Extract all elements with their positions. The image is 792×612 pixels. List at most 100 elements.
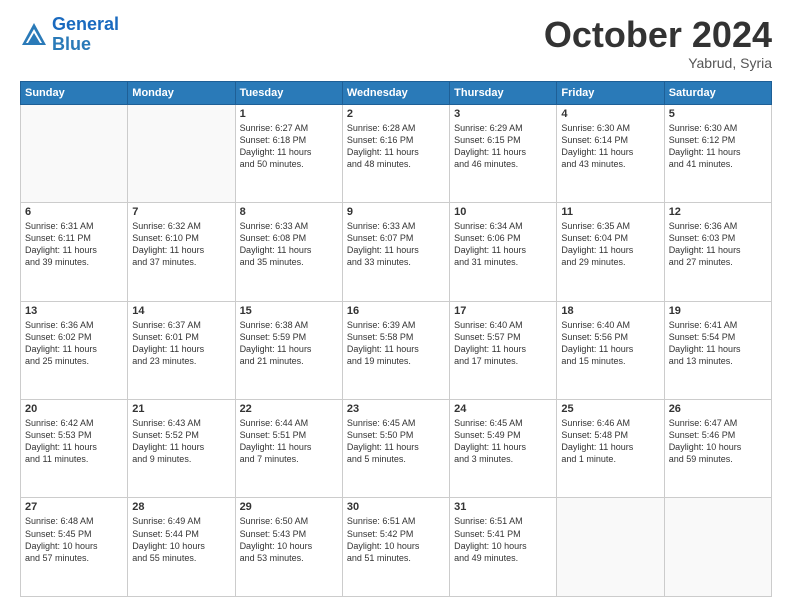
logo: General Blue	[20, 15, 119, 55]
cell-info-line: Daylight: 11 hours	[240, 441, 338, 453]
day-number: 25	[561, 403, 659, 415]
calendar-cell: 26Sunrise: 6:47 AMSunset: 5:46 PMDayligh…	[664, 400, 771, 498]
calendar-cell: 15Sunrise: 6:38 AMSunset: 5:59 PMDayligh…	[235, 301, 342, 399]
day-number: 31	[454, 501, 552, 513]
cell-info-line: Daylight: 11 hours	[347, 441, 445, 453]
cell-info-line: Daylight: 11 hours	[347, 244, 445, 256]
cell-info-line: and 49 minutes.	[454, 552, 552, 564]
calendar-cell: 19Sunrise: 6:41 AMSunset: 5:54 PMDayligh…	[664, 301, 771, 399]
cell-info-line: Daylight: 11 hours	[561, 441, 659, 453]
calendar-week-row: 27Sunrise: 6:48 AMSunset: 5:45 PMDayligh…	[21, 498, 772, 597]
calendar-cell: 2Sunrise: 6:28 AMSunset: 6:16 PMDaylight…	[342, 104, 449, 202]
logo-blue: Blue	[52, 35, 119, 55]
cell-info-line: Sunset: 5:43 PM	[240, 528, 338, 540]
cell-info-line: and 57 minutes.	[25, 552, 123, 564]
day-number: 4	[561, 108, 659, 120]
cell-info-line: and 21 minutes.	[240, 355, 338, 367]
cell-info-line: Daylight: 10 hours	[25, 540, 123, 552]
cell-info-line: and 50 minutes.	[240, 158, 338, 170]
cell-info-line: Sunrise: 6:50 AM	[240, 515, 338, 527]
day-number: 16	[347, 305, 445, 317]
calendar-cell: 4Sunrise: 6:30 AMSunset: 6:14 PMDaylight…	[557, 104, 664, 202]
day-number: 3	[454, 108, 552, 120]
cell-info-line: Sunrise: 6:45 AM	[454, 417, 552, 429]
cell-info-line: Sunrise: 6:47 AM	[669, 417, 767, 429]
cell-info-line: Daylight: 10 hours	[240, 540, 338, 552]
cell-info-line: Sunrise: 6:48 AM	[25, 515, 123, 527]
cell-info-line: and 51 minutes.	[347, 552, 445, 564]
cell-info-line: Sunrise: 6:46 AM	[561, 417, 659, 429]
calendar-day-header: Saturday	[664, 81, 771, 104]
cell-info-line: Sunset: 5:42 PM	[347, 528, 445, 540]
cell-info-line: Sunset: 5:57 PM	[454, 331, 552, 343]
cell-info-line: and 27 minutes.	[669, 256, 767, 268]
calendar-cell: 3Sunrise: 6:29 AMSunset: 6:15 PMDaylight…	[450, 104, 557, 202]
cell-info-line: Sunset: 6:18 PM	[240, 134, 338, 146]
cell-info-line: Sunset: 6:08 PM	[240, 232, 338, 244]
cell-info-line: and 48 minutes.	[347, 158, 445, 170]
cell-info-line: Sunset: 6:02 PM	[25, 331, 123, 343]
cell-info-line: Sunset: 6:07 PM	[347, 232, 445, 244]
cell-info-line: Sunset: 5:46 PM	[669, 429, 767, 441]
calendar-cell	[557, 498, 664, 597]
day-number: 5	[669, 108, 767, 120]
cell-info-line: Sunrise: 6:51 AM	[347, 515, 445, 527]
day-number: 19	[669, 305, 767, 317]
logo-icon	[20, 21, 48, 49]
cell-info-line: Sunrise: 6:31 AM	[25, 220, 123, 232]
day-number: 21	[132, 403, 230, 415]
cell-info-line: and 33 minutes.	[347, 256, 445, 268]
cell-info-line: and 17 minutes.	[454, 355, 552, 367]
day-number: 22	[240, 403, 338, 415]
day-number: 28	[132, 501, 230, 513]
cell-info-line: and 37 minutes.	[132, 256, 230, 268]
logo-text: General Blue	[52, 15, 119, 55]
day-number: 17	[454, 305, 552, 317]
logo-general: General	[52, 14, 119, 34]
cell-info-line: Sunset: 5:52 PM	[132, 429, 230, 441]
cell-info-line: Daylight: 10 hours	[132, 540, 230, 552]
cell-info-line: and 31 minutes.	[454, 256, 552, 268]
cell-info-line: Daylight: 11 hours	[347, 146, 445, 158]
cell-info-line: Sunrise: 6:40 AM	[454, 319, 552, 331]
cell-info-line: Daylight: 11 hours	[454, 441, 552, 453]
day-number: 20	[25, 403, 123, 415]
cell-info-line: Sunrise: 6:27 AM	[240, 122, 338, 134]
cell-info-line: Daylight: 11 hours	[454, 343, 552, 355]
cell-info-line: Sunset: 6:14 PM	[561, 134, 659, 146]
cell-info-line: Sunrise: 6:32 AM	[132, 220, 230, 232]
cell-info-line: and 5 minutes.	[347, 453, 445, 465]
day-number: 23	[347, 403, 445, 415]
cell-info-line: Daylight: 11 hours	[669, 343, 767, 355]
calendar-day-header: Sunday	[21, 81, 128, 104]
calendar-cell	[128, 104, 235, 202]
calendar-cell: 27Sunrise: 6:48 AMSunset: 5:45 PMDayligh…	[21, 498, 128, 597]
cell-info-line: Sunrise: 6:30 AM	[561, 122, 659, 134]
cell-info-line: Sunset: 5:48 PM	[561, 429, 659, 441]
cell-info-line: Sunrise: 6:43 AM	[132, 417, 230, 429]
cell-info-line: Sunrise: 6:35 AM	[561, 220, 659, 232]
cell-info-line: Daylight: 11 hours	[25, 343, 123, 355]
cell-info-line: and 41 minutes.	[669, 158, 767, 170]
cell-info-line: Sunrise: 6:33 AM	[240, 220, 338, 232]
day-number: 10	[454, 206, 552, 218]
cell-info-line: and 3 minutes.	[454, 453, 552, 465]
cell-info-line: and 39 minutes.	[25, 256, 123, 268]
cell-info-line: and 19 minutes.	[347, 355, 445, 367]
cell-info-line: Daylight: 11 hours	[561, 343, 659, 355]
cell-info-line: and 11 minutes.	[25, 453, 123, 465]
calendar-cell: 12Sunrise: 6:36 AMSunset: 6:03 PMDayligh…	[664, 203, 771, 301]
cell-info-line: Sunset: 6:11 PM	[25, 232, 123, 244]
calendar-cell: 14Sunrise: 6:37 AMSunset: 6:01 PMDayligh…	[128, 301, 235, 399]
cell-info-line: Sunrise: 6:42 AM	[25, 417, 123, 429]
day-number: 9	[347, 206, 445, 218]
cell-info-line: Sunset: 6:04 PM	[561, 232, 659, 244]
cell-info-line: Daylight: 11 hours	[25, 441, 123, 453]
cell-info-line: and 46 minutes.	[454, 158, 552, 170]
calendar-cell: 5Sunrise: 6:30 AMSunset: 6:12 PMDaylight…	[664, 104, 771, 202]
calendar-cell: 17 Sunrise: 6:40 AMSunset: 5:57 PMDayligh…	[450, 301, 557, 399]
month-title: October 2024	[544, 15, 772, 55]
cell-info-line: Sunset: 6:06 PM	[454, 232, 552, 244]
cell-info-line: Sunrise: 6:39 AM	[347, 319, 445, 331]
cell-info-line: Daylight: 11 hours	[240, 244, 338, 256]
